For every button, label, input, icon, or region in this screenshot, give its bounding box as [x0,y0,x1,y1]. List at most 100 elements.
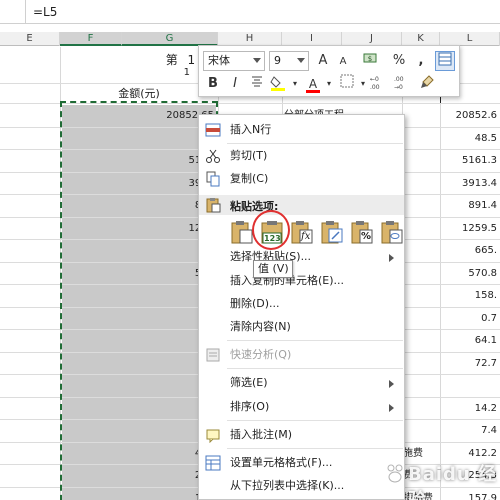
paste-transpose-button[interactable] [319,219,345,245]
category-cell[interactable] [403,308,439,330]
shrink-font-button[interactable]: A [333,51,353,71]
paste-link-button[interactable] [379,219,405,245]
font-color-dropdown[interactable]: ▾ [325,74,333,94]
name-box[interactable] [0,0,26,24]
category-cell[interactable] [403,330,439,352]
borders-dropdown[interactable]: ▾ [359,74,367,94]
l-value-cell[interactable]: 14.2 [441,398,499,420]
bold-button[interactable]: B [203,74,223,94]
menu-cut[interactable]: 剪切(T) [199,145,404,167]
l-value-cell[interactable]: 0.7 [441,308,499,330]
category-cell[interactable] [403,263,439,285]
l-value-cell[interactable]: 158. [441,285,499,307]
amount-cell[interactable]: 891 [62,195,216,217]
amount-cell[interactable]: 15 [62,285,216,307]
format-cells-icon [205,455,221,471]
comma-button[interactable]: , [411,51,431,71]
category-cell[interactable] [403,105,439,127]
formula-input[interactable]: =L5 [33,5,57,19]
paste-default-button[interactable] [229,219,255,245]
menu-delete[interactable]: 删除(D)... [199,293,404,315]
menu-paste-special[interactable]: 选择性粘贴(S)... [199,246,404,268]
column-header-j[interactable]: J [342,32,402,46]
column-header-f[interactable]: F [60,32,122,46]
accounting-format-button[interactable]: $ [361,51,381,71]
paste-values-button[interactable]: 123 [259,219,285,245]
format-painter-brush-button[interactable] [417,74,437,94]
menu-format-cells[interactable]: 设置单元格格式(F)... [199,452,404,474]
category-cell[interactable] [403,353,439,375]
amount-cell[interactable]: 20852.65 [62,105,216,127]
l-value-cell[interactable]: 20852.6 [441,105,499,127]
increase-decimal-button[interactable]: ←0.00 [369,74,389,94]
column-header-e[interactable]: E [0,32,60,46]
amount-cell[interactable]: 66 [62,240,216,262]
l-value-cell[interactable]: 5161.3 [441,150,499,172]
menu-pick-from-list[interactable]: 从下拉列表中选择(K)... [199,475,404,497]
menu-copy[interactable]: 复制(C) [199,168,404,190]
format-painter-button[interactable] [435,51,455,71]
amount-cell[interactable] [62,375,216,397]
column-header-l[interactable]: L [440,32,500,46]
column-header-i[interactable]: I [282,32,342,46]
bold-icon: B [208,76,218,91]
italic-button[interactable]: I [225,74,245,94]
amount-cell[interactable]: 412 [62,443,216,465]
l-value-cell[interactable]: 72.7 [441,353,499,375]
amount-cell[interactable]: 48 [62,128,216,150]
column-header-g[interactable]: G [122,32,218,46]
category-cell[interactable] [403,173,439,195]
decrease-decimal-button[interactable]: .00 →0 [393,74,413,94]
menu-sort[interactable]: 排序(O) [199,396,404,418]
l-value-cell[interactable]: 3913.4 [441,173,499,195]
amount-cell[interactable]: 254 [62,465,216,487]
amount-cell[interactable]: 157 [62,488,216,500]
borders-button[interactable] [337,74,357,94]
font-size-select[interactable]: 9 [269,51,309,71]
menu-insert-copied[interactable]: 插入复制的单元格(E)... [199,270,404,292]
menu-filter[interactable]: 筛选(E) [199,372,404,394]
amount-cell[interactable]: 64 [62,330,216,352]
category-cell[interactable] [403,150,439,172]
l-value-cell[interactable]: 665. [441,240,499,262]
column-header-h[interactable]: H [218,32,282,46]
amount-cell[interactable]: 7 [62,420,216,442]
menu-copy-label: 复制(C) [230,172,269,185]
paste-icon [231,221,253,244]
category-cell[interactable] [403,285,439,307]
font-color-button[interactable]: A [303,74,323,94]
category-cell[interactable] [403,195,439,217]
menu-insert-comment[interactable]: 插入批注(M) [199,424,404,446]
l-value-cell[interactable]: 7.4 [441,420,499,442]
fill-color-button[interactable] [269,74,289,94]
paste-formatting-button[interactable]: % [349,219,375,245]
category-cell[interactable] [403,398,439,420]
menu-clear-contents[interactable]: 清除内容(N) [199,316,404,338]
fill-color-dropdown[interactable]: ▾ [291,74,299,94]
amount-cell[interactable]: 72 [62,353,216,375]
amount-cell[interactable]: 570 [62,263,216,285]
amount-cell[interactable]: 0 [62,308,216,330]
percent-button[interactable]: % [389,51,409,71]
paste-formulas-button[interactable]: fx [289,219,315,245]
column-header-k[interactable]: K [402,32,440,46]
category-cell[interactable] [403,218,439,240]
amount-cell[interactable]: 14 [62,398,216,420]
l-value-cell[interactable] [441,375,499,397]
category-cell[interactable] [403,128,439,150]
l-value-cell[interactable]: 48.5 [441,128,499,150]
amount-cell[interactable]: 3913 [62,173,216,195]
amount-cell[interactable]: 1259 [62,218,216,240]
align-center-button[interactable] [247,74,267,94]
l-value-cell[interactable]: 64.1 [441,330,499,352]
font-name-select[interactable]: 宋体 [203,51,265,71]
amount-cell[interactable]: 5161 [62,150,216,172]
category-cell[interactable] [403,375,439,397]
l-value-cell[interactable]: 570.8 [441,263,499,285]
grow-font-button[interactable]: A [313,51,333,71]
menu-insert-rows[interactable]: 插入N行 [199,119,404,141]
category-cell[interactable] [403,240,439,262]
l-value-cell[interactable]: 1259.5 [441,218,499,240]
category-cell[interactable] [403,420,439,442]
l-value-cell[interactable]: 891.4 [441,195,499,217]
